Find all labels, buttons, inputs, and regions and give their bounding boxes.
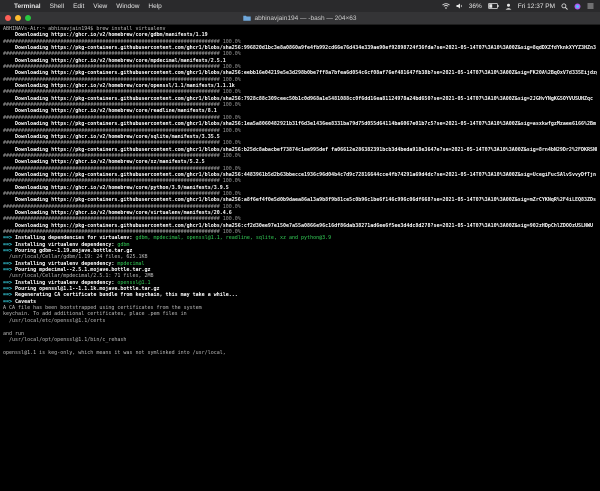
step-label: Regenerating CA certificate bundle from … <box>15 292 238 299</box>
output-text: keychain. To add additional certificates… <box>3 311 187 318</box>
menu-bar: Terminal Shell Edit View Window Help 36%… <box>0 0 600 12</box>
step-arrow: ==> <box>3 248 16 255</box>
output-text: /usr/local/opt/openssl@1.1/bin/c_rehash <box>3 336 127 343</box>
output-text: /usr/local/Cellar/gdbm/1.19: 24 files, 6… <box>3 254 148 261</box>
siri-icon[interactable] <box>574 3 581 10</box>
dependency-list: gdbm, mpdecimal, openssl@1.1, readline, … <box>135 235 332 242</box>
progress-bar-text: ########################################… <box>3 64 241 71</box>
window-controls <box>5 15 31 21</box>
progress-bar-text: ########################################… <box>3 127 241 134</box>
progress-bar-text: ########################################… <box>3 102 241 109</box>
terminal-line: openssl@1.1 is keg-only, which means it … <box>3 350 597 356</box>
download-text: Downloading https://pkg-containers.githu… <box>3 171 597 178</box>
progress-bar-text: ########################################… <box>3 229 241 235</box>
progress-bar-text: ########################################… <box>3 203 241 210</box>
progress-bar-text: ########################################… <box>3 140 241 147</box>
progress-bar-text: ########################################… <box>3 51 241 58</box>
download-text: Downloading https://pkg-containers.githu… <box>3 95 594 102</box>
user-switch-icon[interactable] <box>505 3 512 10</box>
step-package: mpdecimal <box>117 260 145 267</box>
menu-list-icon[interactable] <box>587 3 594 9</box>
menu-edit[interactable]: Edit <box>73 3 84 10</box>
battery-percent: 36% <box>468 2 482 10</box>
step-arrow: ==> <box>3 267 16 274</box>
progress-bar-text: ########################################… <box>3 38 241 45</box>
download-text: Downloading https://ghcr.io/v2/homebrew/… <box>3 108 217 115</box>
step-label: Pouring mpdecimal--2.5.1.mojave.bottle.t… <box>15 267 151 274</box>
progress-bar-text: ########################################… <box>3 152 241 159</box>
step-label: Installing virtualenv dependency: <box>15 241 118 248</box>
download-text: Downloading https://ghcr.io/v2/homebrew/… <box>3 159 205 166</box>
menu-window[interactable]: Window <box>116 3 139 10</box>
download-text: Downloading https://pkg-containers.githu… <box>3 146 597 153</box>
progress-bar-text: ########################################… <box>3 165 241 172</box>
progress-bar-text: ########################################… <box>3 114 241 121</box>
search-icon[interactable] <box>561 3 568 10</box>
progress-bar-text: ########################################… <box>3 89 241 96</box>
window-title: abhinavjain194 — -bash — 204×63 <box>254 14 357 22</box>
download-text: Downloading https://ghcr.io/v2/homebrew/… <box>3 57 226 64</box>
step-arrow: ==> <box>3 279 16 286</box>
download-text: Downloading https://ghcr.io/v2/homebrew/… <box>3 83 235 90</box>
menu-clock[interactable]: Fri 12:37 PM <box>518 3 555 10</box>
terminal-output[interactable]: ABHINAVs-Air:~ abhinavjain194$ brew inst… <box>0 25 600 491</box>
status-area: 36% Fri 12:37 PM <box>442 3 600 10</box>
folder-icon <box>243 15 252 21</box>
step-label: Pouring gdbm--1.19.mojave.bottle.tar.gz <box>15 248 133 255</box>
download-text: Downloading https://pkg-containers.githu… <box>3 45 597 52</box>
menu-view[interactable]: View <box>93 3 107 10</box>
wifi-icon[interactable] <box>442 3 450 9</box>
download-text: Downloading https://pkg-containers.githu… <box>3 197 597 204</box>
menu-help[interactable]: Help <box>148 3 161 10</box>
step-label: Installing virtualenv dependency: <box>15 279 118 286</box>
menu-shell[interactable]: Shell <box>50 3 64 10</box>
download-text: Downloading https://pkg-containers.githu… <box>3 70 597 77</box>
step-arrow: ==> <box>3 241 16 248</box>
step-label: Caveats <box>15 298 37 305</box>
download-text: Downloading https://pkg-containers.githu… <box>3 222 594 229</box>
step-label: Installing virtualenv dependency: <box>15 260 118 267</box>
step-label: Pouring openssl@1.1--1.1.1k.mojave.bottl… <box>15 286 160 293</box>
download-text: Downloading https://ghcr.io/v2/homebrew/… <box>3 133 220 140</box>
output-text: /usr/local/etc/openssl@1.1/certs <box>3 317 106 324</box>
output-text: ABHINAVs-Air:~ abhinavjain194$ brew inst… <box>3 26 166 32</box>
output-text: /usr/local/Cellar/mpdecimal/2.5.1: 71 fi… <box>3 273 154 280</box>
progress-bar-text: ########################################… <box>3 178 241 185</box>
download-text: Downloading https://ghcr.io/v2/homebrew/… <box>3 32 208 39</box>
terminal-title-bar[interactable]: abhinavjain194 — -bash — 204×63 <box>0 12 600 25</box>
step-arrow: ==> <box>3 286 16 293</box>
battery-icon[interactable] <box>487 3 499 9</box>
progress-bar-text: ########################################… <box>3 216 241 223</box>
output-text: openssl@1.1 is keg-only, which means it … <box>3 349 226 356</box>
minimize-window-icon[interactable] <box>15 15 21 21</box>
download-text: Downloading https://ghcr.io/v2/homebrew/… <box>3 209 232 216</box>
step-arrow: ==> <box>3 260 16 267</box>
output-text: A CA file has been bootstrapped using ce… <box>3 305 202 312</box>
menu-terminal[interactable]: Terminal <box>14 3 41 10</box>
output-text: and run <box>3 330 25 337</box>
step-arrow: ==> <box>3 235 16 242</box>
zoom-window-icon[interactable] <box>25 15 31 21</box>
step-arrow: ==> <box>3 292 16 299</box>
progress-bar-text: ########################################… <box>3 76 241 83</box>
download-text: Downloading https://ghcr.io/v2/homebrew/… <box>3 184 229 191</box>
step-package: openssl@1.1 <box>117 279 151 286</box>
progress-bar-text: ########################################… <box>3 190 241 197</box>
volume-icon[interactable] <box>456 3 463 9</box>
close-window-icon[interactable] <box>5 15 11 21</box>
step-arrow: ==> <box>3 298 16 305</box>
download-text: Downloading https://pkg-containers.githu… <box>3 121 597 128</box>
step-label: Installing dependencies for virtualenv: <box>15 235 136 242</box>
step-package: gdbm <box>117 241 130 248</box>
